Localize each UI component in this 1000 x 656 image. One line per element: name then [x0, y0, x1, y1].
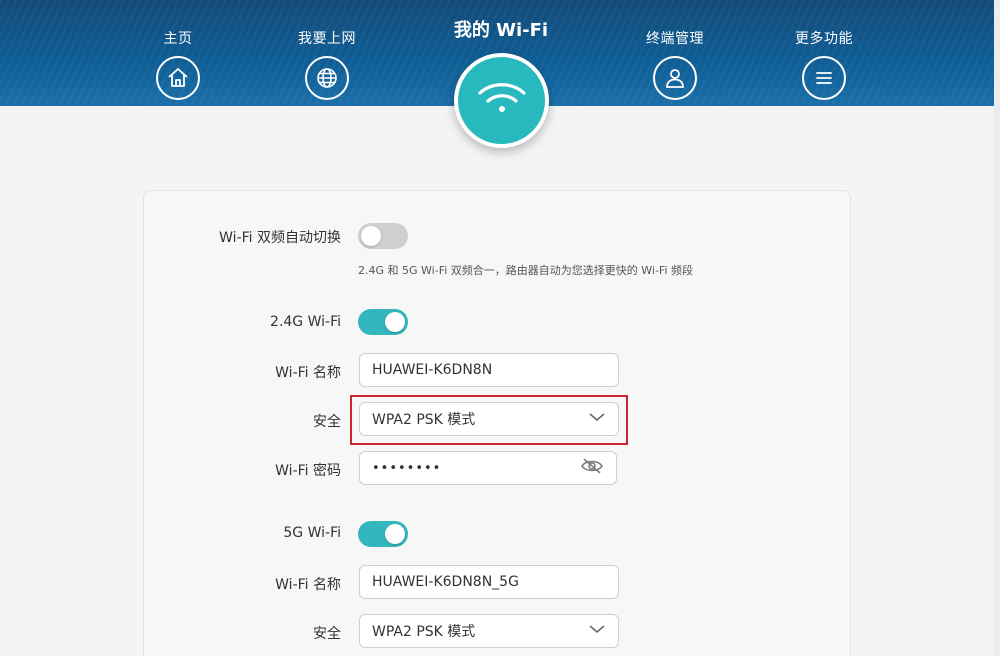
band24-label: 2.4G Wi-Fi [270, 314, 341, 330]
band24-toggle[interactable] [358, 309, 408, 335]
nav-devices-label: 终端管理 [646, 31, 704, 47]
dual-band-label: Wi-Fi 双频自动切换 [219, 230, 341, 246]
dual-band-toggle[interactable] [358, 223, 408, 249]
chevron-down-icon [588, 623, 606, 639]
band24-name-input[interactable] [359, 353, 619, 387]
band24-security-label: 安全 [313, 414, 341, 430]
nav-home[interactable]: 主页 [118, 0, 238, 106]
home-icon [156, 56, 200, 100]
globe-icon [305, 56, 349, 100]
band24-name-label: Wi-Fi 名称 [275, 365, 341, 381]
nav-internet[interactable]: 我要上网 [267, 0, 387, 106]
band5-name-input[interactable] [359, 565, 619, 599]
band5-label: 5G Wi-Fi [283, 525, 341, 541]
nav-wifi-label: 我的 Wi-Fi [453, 20, 549, 41]
dual-band-hint: 2.4G 和 5G Wi-Fi 双频合一，路由器自动为您选择更快的 Wi-Fi … [358, 264, 694, 277]
nav-devices[interactable]: 终端管理 [615, 0, 735, 106]
band5-name-label: Wi-Fi 名称 [275, 577, 341, 593]
band5-security-value: WPA2 PSK 模式 [372, 624, 476, 640]
wifi-icon [474, 79, 530, 123]
nav-more-label: 更多功能 [795, 31, 853, 47]
band5-security-select[interactable]: WPA2 PSK 模式 [359, 614, 619, 648]
nav-more[interactable]: 更多功能 [764, 0, 884, 106]
nav-home-label: 主页 [163, 31, 193, 47]
band24-password-label: Wi-Fi 密码 [275, 463, 341, 479]
menu-icon [802, 56, 846, 100]
eye-hidden-icon[interactable] [580, 457, 604, 479]
password-mask: •••••••• [372, 460, 442, 476]
user-icon [653, 56, 697, 100]
security-highlight-box [350, 395, 628, 445]
band5-security-label: 安全 [313, 626, 341, 642]
page-scrollbar[interactable] [994, 0, 1000, 656]
band24-password-input[interactable]: •••••••• [359, 451, 617, 485]
nav-wifi[interactable] [454, 53, 549, 148]
band5-toggle[interactable] [358, 521, 408, 547]
nav-internet-label: 我要上网 [298, 31, 356, 47]
